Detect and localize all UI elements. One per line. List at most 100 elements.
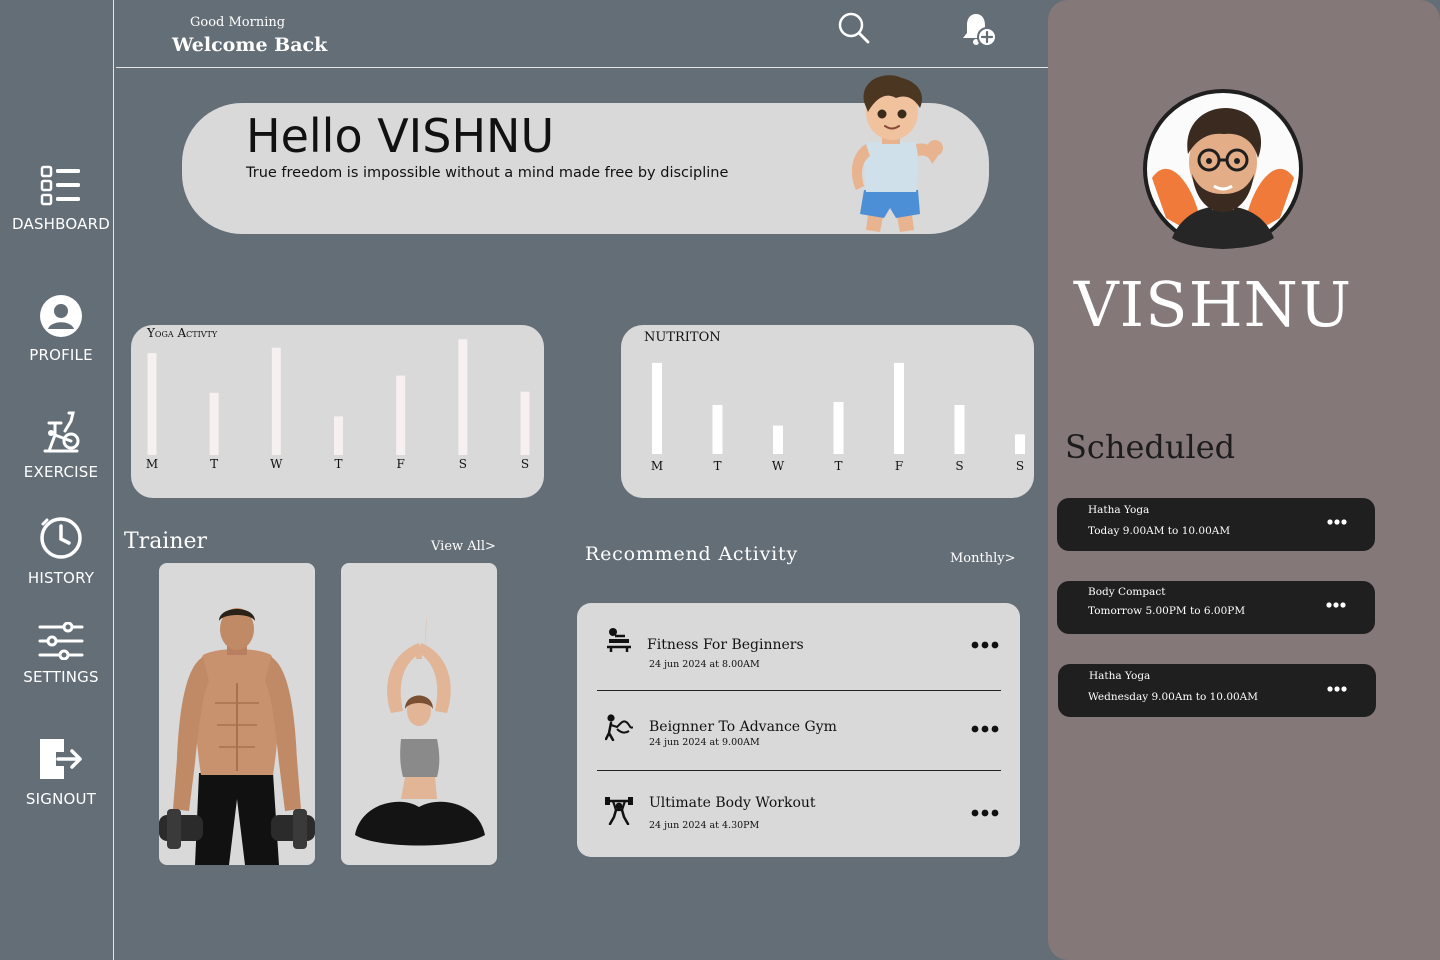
chart-bar — [1015, 434, 1025, 454]
chart-tick-label: M — [651, 459, 663, 473]
trainer-yoga-image — [355, 616, 485, 846]
more-options-icon[interactable] — [1327, 686, 1347, 692]
avatar[interactable] — [1142, 88, 1304, 250]
trainer-card-yoga[interactable] — [341, 563, 497, 865]
view-all-link[interactable]: View All> — [431, 539, 496, 554]
chart-bar — [209, 392, 219, 455]
search-icon[interactable] — [837, 11, 871, 45]
recommend-activity-list: Fitness For Beginners 24 jun 2024 at 8.0… — [577, 603, 1020, 857]
chart-bar — [147, 353, 157, 455]
welcome-text: Welcome Back — [172, 34, 328, 56]
trainer-card-bodybuilder[interactable] — [159, 563, 315, 865]
chart-tick-label: S — [1016, 459, 1024, 473]
activity-date: 24 jun 2024 at 4.30PM — [649, 820, 760, 831]
header: Good Morning Welcome Back — [116, 0, 1048, 68]
sidebar-item-label: SETTINGS — [23, 668, 99, 686]
mascot-illustration — [851, 75, 943, 232]
sidebar-item-label: PROFILE — [29, 346, 93, 364]
schedule-time: Wednesday 9.00Am to 10.00AM — [1088, 691, 1259, 703]
sidebar-item-label: SIGNOUT — [25, 790, 97, 808]
sidebar-item-history[interactable]: HISTORY — [0, 515, 122, 588]
sidebar-item-label: EXERCISE — [23, 463, 99, 481]
sidebar-item-signout[interactable]: SIGNOUT — [0, 736, 122, 809]
chart-bar — [396, 375, 406, 455]
chart-bar — [520, 391, 530, 455]
profile-name: VISHNU — [1073, 268, 1353, 341]
chart-bar — [271, 347, 281, 455]
divider — [597, 770, 1001, 771]
bell-add-icon[interactable] — [961, 11, 999, 49]
more-options-icon[interactable] — [971, 641, 999, 649]
sidebar-item-exercise[interactable]: EXERCISE — [0, 409, 122, 482]
yoga-activity-chart: Yoga Activty MTWTFSS — [131, 325, 544, 498]
nutrition-chart-plot: MTWTFSS — [651, 362, 1025, 473]
recommend-title: Recommend Activity — [585, 543, 798, 565]
chart-tick-label: W — [772, 459, 785, 473]
chart-bar — [458, 339, 468, 455]
more-options-icon[interactable] — [1327, 519, 1347, 525]
sidebar: DASHBOARD PROFILE EXERCISE HISTORY SETTI… — [0, 0, 114, 960]
schedule-time: Tomorrow 5.00PM to 6.00PM — [1088, 605, 1246, 617]
chart-tick-label: T — [834, 459, 842, 473]
battle-rope-icon — [605, 714, 633, 741]
activity-name: Ultimate Body Workout — [649, 795, 816, 811]
trainer-title: Trainer — [124, 529, 208, 554]
greeting: Good Morning — [190, 15, 286, 30]
motivational-quote: True freedom is impossible without a min… — [246, 165, 729, 181]
nutrition-chart: NUTRITON MTWTFSS — [621, 325, 1034, 498]
signout-icon — [40, 739, 82, 779]
list-item[interactable]: Ultimate Body Workout 24 jun 2024 at 4.3… — [597, 787, 1001, 847]
sidebar-item-settings[interactable]: SETTINGS — [0, 622, 122, 687]
sidebar-item-label: HISTORY — [27, 569, 95, 587]
clock-icon — [40, 517, 82, 559]
chart-bar — [652, 362, 662, 454]
list-item[interactable]: Fitness For Beginners 24 jun 2024 at 8.0… — [597, 623, 1001, 683]
chart-bar — [954, 405, 965, 454]
divider — [597, 690, 1001, 691]
schedule-name: Hatha Yoga — [1088, 504, 1150, 516]
chart-bar — [334, 416, 343, 455]
activity-name: Fitness For Beginners — [647, 637, 804, 653]
weightlifter-icon — [605, 797, 633, 825]
activity-date: 24 jun 2024 at 9.00AM — [649, 737, 760, 748]
chart-tick-label: S — [521, 457, 529, 471]
chart-tick-label: F — [895, 459, 903, 473]
exercise-bike-icon — [43, 411, 80, 453]
schedule-item[interactable]: Hatha Yoga Wednesday 9.00Am to 10.00AM — [1058, 664, 1376, 717]
hello-title: Hello VISHNU — [246, 109, 555, 163]
schedule-item[interactable]: Hatha Yoga Today 9.00AM to 10.00AM — [1057, 498, 1375, 551]
chart-bar — [773, 425, 783, 454]
chart-tick-label: F — [397, 457, 405, 471]
chart-bar — [712, 405, 723, 454]
sidebar-item-profile[interactable]: PROFILE — [0, 294, 122, 365]
bench-press-icon — [607, 628, 631, 652]
list-icon — [40, 165, 80, 206]
schedule-item[interactable]: Body Compact Tomorrow 5.00PM to 6.00PM — [1057, 581, 1375, 634]
monthly-filter-link[interactable]: Monthly> — [950, 551, 1016, 566]
chart-tick-label: W — [270, 457, 283, 471]
activity-name: Beignner To Advance Gym — [649, 719, 837, 735]
chart-tick-label: T — [713, 459, 721, 473]
schedule-name: Hatha Yoga — [1089, 670, 1151, 682]
more-options-icon[interactable] — [971, 725, 999, 733]
chart-tick-label: T — [210, 457, 218, 471]
chart-bar — [894, 362, 904, 454]
yoga-chart-plot: MTWTFSS — [146, 339, 530, 471]
more-options-icon[interactable] — [1326, 602, 1346, 608]
chart-tick-label: S — [955, 459, 963, 473]
user-icon — [40, 295, 82, 337]
sliders-icon — [38, 622, 84, 660]
chart-tick-label: M — [146, 457, 158, 471]
trainer-bodybuilder-image — [159, 608, 315, 865]
more-options-icon[interactable] — [971, 809, 999, 817]
chart-tick-label: T — [334, 457, 342, 471]
activity-date: 24 jun 2024 at 8.00AM — [649, 659, 760, 670]
schedule-time: Today 9.00AM to 10.00AM — [1088, 525, 1231, 537]
profile-panel: VISHNU Scheduled Hatha Yoga Today 9.00AM… — [1048, 0, 1440, 960]
sidebar-item-label: DASHBOARD — [12, 215, 110, 233]
list-item[interactable]: Beignner To Advance Gym 24 jun 2024 at 9… — [597, 707, 1001, 767]
schedule-name: Body Compact — [1088, 586, 1166, 598]
chart-tick-label: S — [459, 457, 467, 471]
chart-bar — [833, 402, 844, 454]
sidebar-item-dashboard[interactable]: DASHBOARD — [0, 165, 122, 234]
